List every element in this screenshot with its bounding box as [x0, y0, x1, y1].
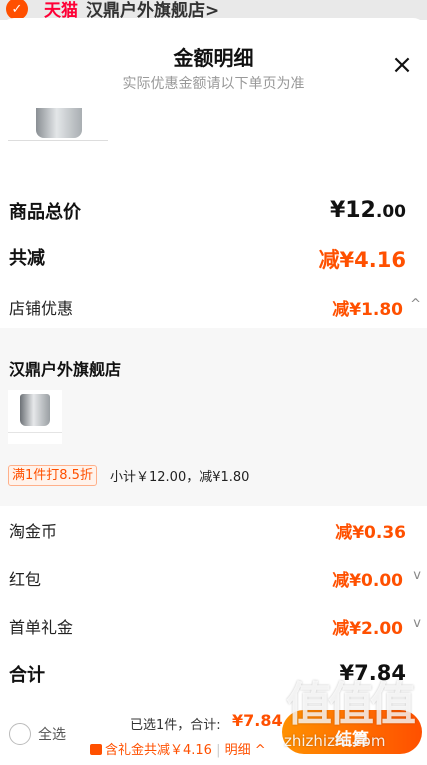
total-discount-label: 共减 [9, 248, 45, 269]
chevron-up-icon[interactable]: ^ [410, 297, 421, 312]
coin-value: 减¥0.36 [335, 523, 406, 543]
checkout-bar: 全选 已选1件，合计: ¥7.84 含礼金共减￥4.16 | 明细 ^ 结算 [0, 698, 427, 765]
chevron-down-icon[interactable]: v [413, 568, 421, 583]
chevron-up-icon[interactable]: ^ [255, 743, 266, 758]
amount-detail-sheet: 金额明细 实际优惠金额请以下单页为准 × 商品总价 ¥12.00 共减 减¥4.… [0, 18, 427, 765]
product-image [8, 108, 108, 156]
shop-discount-value: 减¥1.80 [332, 300, 403, 320]
goods-total-value: ¥12.00 [329, 198, 406, 223]
gift-summary: 含礼金共减￥4.16 | 明细 ^ [90, 739, 266, 758]
close-icon[interactable]: × [385, 48, 419, 82]
select-all-label[interactable]: 全选 [38, 724, 66, 744]
select-all-radio[interactable] [9, 723, 31, 745]
red-packet-value: 减¥0.00 [332, 571, 403, 591]
sheet-title: 金额明细 [173, 46, 254, 70]
shop-subtotal: 小计￥12.00，减¥1.80 [110, 470, 250, 485]
sum-label: 合计 [9, 665, 45, 686]
promo-tag: 满1件打8.5折 [8, 465, 97, 486]
picked-price: ¥7.84 [232, 711, 283, 730]
picked-summary: 已选1件，合计: [130, 718, 221, 733]
shop-discount-label: 店铺优惠 [9, 299, 74, 318]
sum-value: ¥7.84 [339, 661, 406, 685]
checkout-button[interactable]: 结算 [282, 710, 422, 754]
background-cart-header: ✓ 天猫 汉鼎户外旗舰店> [0, 0, 427, 20]
red-packet-label: 红包 [9, 570, 42, 589]
gift-icon [90, 744, 102, 755]
shop-product-image [8, 390, 62, 444]
shop-discount-panel: 汉鼎户外旗舰店 满1件打8.5折 小计￥12.00，减¥1.80 [0, 328, 427, 506]
checked-icon: ✓ [6, 0, 28, 20]
gift-value: 减¥2.00 [332, 619, 403, 639]
sheet-subtitle: 实际优惠金额请以下单页为准 [122, 76, 305, 92]
chevron-down-icon[interactable]: v [413, 616, 421, 631]
total-discount-value: 减¥4.16 [318, 248, 406, 272]
coin-label: 淘金币 [9, 522, 58, 541]
goods-total-label: 商品总价 [9, 202, 81, 223]
background-store-name: 汉鼎户外旗舰店> [86, 1, 220, 20]
tmall-brand: 天猫 [44, 1, 78, 20]
detail-link[interactable]: 明细 [225, 743, 251, 758]
shop-name: 汉鼎户外旗舰店 [9, 360, 122, 379]
gift-label: 首单礼金 [9, 618, 74, 637]
